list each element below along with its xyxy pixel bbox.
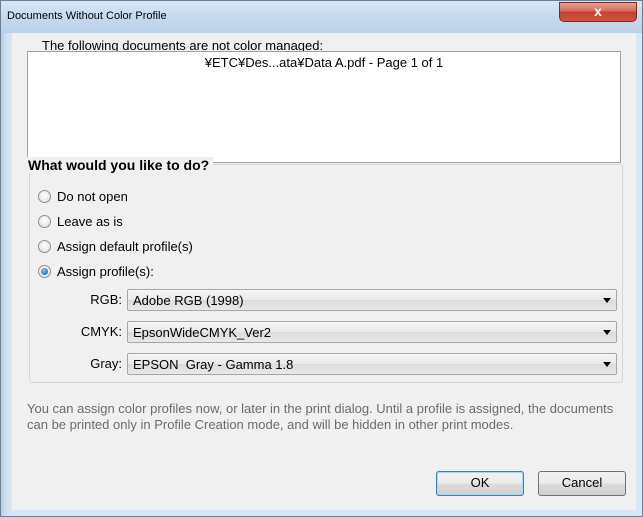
title-bar[interactable]: Documents Without Color Profile x (1, 1, 642, 33)
window-title: Documents Without Color Profile (7, 10, 167, 22)
gray-profile-select[interactable]: EPSON Gray - Gamma 1.8 (127, 353, 617, 375)
radio-label[interactable]: Leave as is (57, 214, 123, 229)
radio-button-selected[interactable] (38, 264, 51, 278)
options-group-title: What would you like to do? (24, 157, 214, 173)
dialog-body: The following documents are not color ma… (12, 33, 636, 510)
chevron-down-icon[interactable] (603, 298, 611, 303)
cancel-button[interactable]: Cancel (538, 471, 626, 496)
documents-list[interactable]: ¥ETC¥Des...ata¥Data A.pdf - Page 1 of 1 (27, 51, 621, 163)
radio-assign-default[interactable]: Assign default profile(s) (38, 236, 193, 256)
rgb-profile-select[interactable]: Adobe RGB (1998) (127, 289, 617, 311)
radio-label[interactable]: Do not open (57, 189, 128, 204)
chevron-down-icon[interactable] (603, 330, 611, 335)
radio-do-not-open[interactable]: Do not open (38, 186, 128, 206)
radio-button[interactable] (38, 214, 51, 228)
rgb-label: RGB: (90, 292, 122, 307)
close-icon[interactable]: x (560, 3, 636, 21)
cmyk-profile-value: EpsonWideCMYK_Ver2 (133, 325, 272, 340)
radio-leave-as-is[interactable]: Leave as is (38, 211, 123, 231)
rgb-profile-value: Adobe RGB (1998) (133, 293, 244, 308)
chevron-down-icon[interactable] (603, 362, 611, 367)
radio-button[interactable] (38, 239, 51, 253)
cmyk-label: CMYK: (80, 324, 122, 339)
ok-button[interactable]: OK (436, 471, 524, 496)
dialog-window: Documents Without Color Profile x The fo… (0, 0, 643, 517)
gray-profile-value: EPSON Gray - Gamma 1.8 (133, 357, 294, 372)
radio-label[interactable]: Assign default profile(s) (57, 239, 193, 254)
close-button[interactable]: x (559, 2, 637, 22)
gray-label: Gray: (90, 356, 122, 371)
radio-assign-profiles[interactable]: Assign profile(s): (38, 261, 154, 281)
radio-label[interactable]: Assign profile(s): (57, 264, 154, 279)
cmyk-profile-select[interactable]: EpsonWideCMYK_Ver2 (127, 321, 617, 343)
radio-button[interactable] (38, 189, 51, 203)
document-item[interactable]: ¥ETC¥Des...ata¥Data A.pdf - Page 1 of 1 (28, 55, 620, 70)
info-text: You can assign color profiles now, or la… (27, 401, 614, 432)
